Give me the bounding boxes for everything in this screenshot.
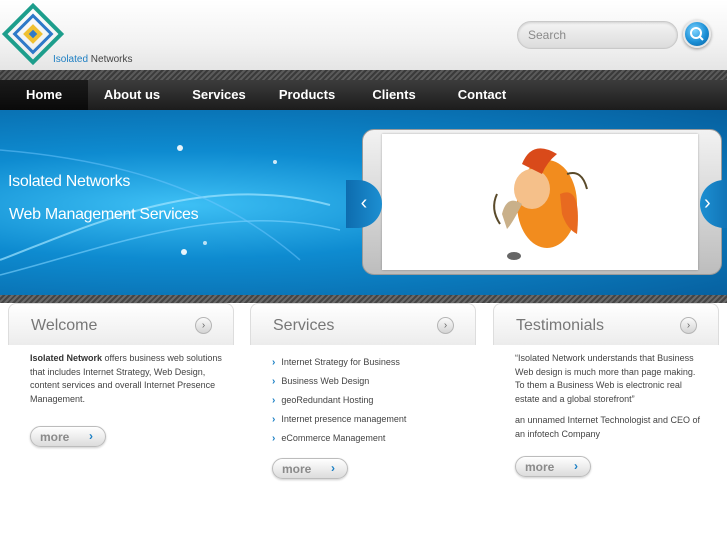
services-title: Services [273, 317, 335, 334]
welcome-more-button[interactable]: more › [30, 426, 106, 447]
chevron-left-icon: ‹ [360, 192, 368, 214]
testimonial-author: an unnamed Internet Technologist and CEO… [515, 415, 700, 439]
service-label: eCommerce Management [281, 433, 386, 443]
chevron-right-icon: › [272, 433, 276, 444]
welcome-bold: Isolated Network [30, 353, 103, 363]
chevron-right-icon: › [272, 357, 276, 368]
brand-part2: Networks [88, 54, 133, 65]
list-item[interactable]: › eCommerce Management [272, 431, 406, 450]
search-input[interactable] [573, 25, 673, 45]
chevron-right-icon: › [272, 414, 276, 425]
list-item[interactable]: › Business Web Design [272, 374, 406, 393]
nav-services[interactable]: Services [180, 80, 258, 110]
nav-contact[interactable]: Contact [444, 80, 520, 110]
nav-stripe [0, 70, 727, 80]
brand-name: Isolated Networks [53, 54, 132, 65]
chevron-right-icon[interactable]: › [437, 317, 454, 334]
service-label: Internet Strategy for Business [281, 357, 400, 367]
service-label: Business Web Design [281, 376, 370, 386]
chevron-right-icon[interactable]: › [680, 317, 697, 334]
header: Isolated Networks Search [0, 0, 727, 72]
nav-home[interactable]: Home [0, 80, 88, 110]
chevron-right-icon: › [704, 192, 711, 214]
search-button[interactable] [683, 20, 711, 48]
slider-image [382, 134, 698, 270]
welcome-title: Welcome [31, 317, 98, 334]
list-item[interactable]: › Internet presence management [272, 412, 406, 431]
chevron-right-icon: › [272, 395, 276, 406]
ganesha-illustration [493, 148, 588, 260]
services-list: › Internet Strategy for Business › Busines… [272, 355, 406, 450]
more-label: more [282, 462, 312, 476]
services-more-button[interactable]: more › [272, 458, 348, 479]
service-label: Internet presence management [281, 414, 407, 424]
list-item[interactable]: › Internet Strategy for Business [272, 355, 406, 374]
search-label: Search [528, 28, 567, 42]
banner-stripe [0, 295, 727, 303]
testimonials-title: Testimonials [516, 317, 605, 334]
chevron-right-icon: › [574, 459, 578, 473]
testimonials-more-button[interactable]: more › [515, 456, 591, 477]
welcome-text: Isolated Network offers business web sol… [30, 352, 226, 407]
list-item[interactable]: › geoRedundant Hosting [272, 393, 406, 412]
more-label: more [40, 430, 70, 444]
nav-about-us[interactable]: About us [91, 80, 173, 110]
nav-clients[interactable]: Clients [356, 80, 432, 110]
service-label: geoRedundant Hosting [281, 395, 374, 405]
nav-products[interactable]: Products [268, 80, 346, 110]
banner-swoosh [0, 145, 341, 276]
search-icon [690, 27, 704, 41]
welcome-header: Welcome › [8, 303, 234, 345]
hero-banner: Isolated Networks Web Management Service… [0, 110, 727, 300]
services-header: Services › [250, 303, 476, 345]
chevron-right-icon[interactable]: › [195, 317, 212, 334]
search-box[interactable]: Search [517, 21, 678, 49]
banner-title: Isolated Networks [8, 173, 131, 190]
chevron-right-icon: › [331, 461, 335, 475]
main-nav: Home About us Services Products Clients … [0, 80, 727, 110]
testimonial-quote: “Isolated Network understands that Busin… [515, 353, 696, 405]
banner-subtitle: Web Management Services [9, 206, 199, 223]
more-label: more [525, 460, 555, 474]
chevron-right-icon: › [272, 376, 276, 387]
testimonials-header: Testimonials › [493, 303, 719, 345]
brand-part1: Isolated [53, 54, 89, 65]
chevron-right-icon: › [89, 429, 93, 443]
